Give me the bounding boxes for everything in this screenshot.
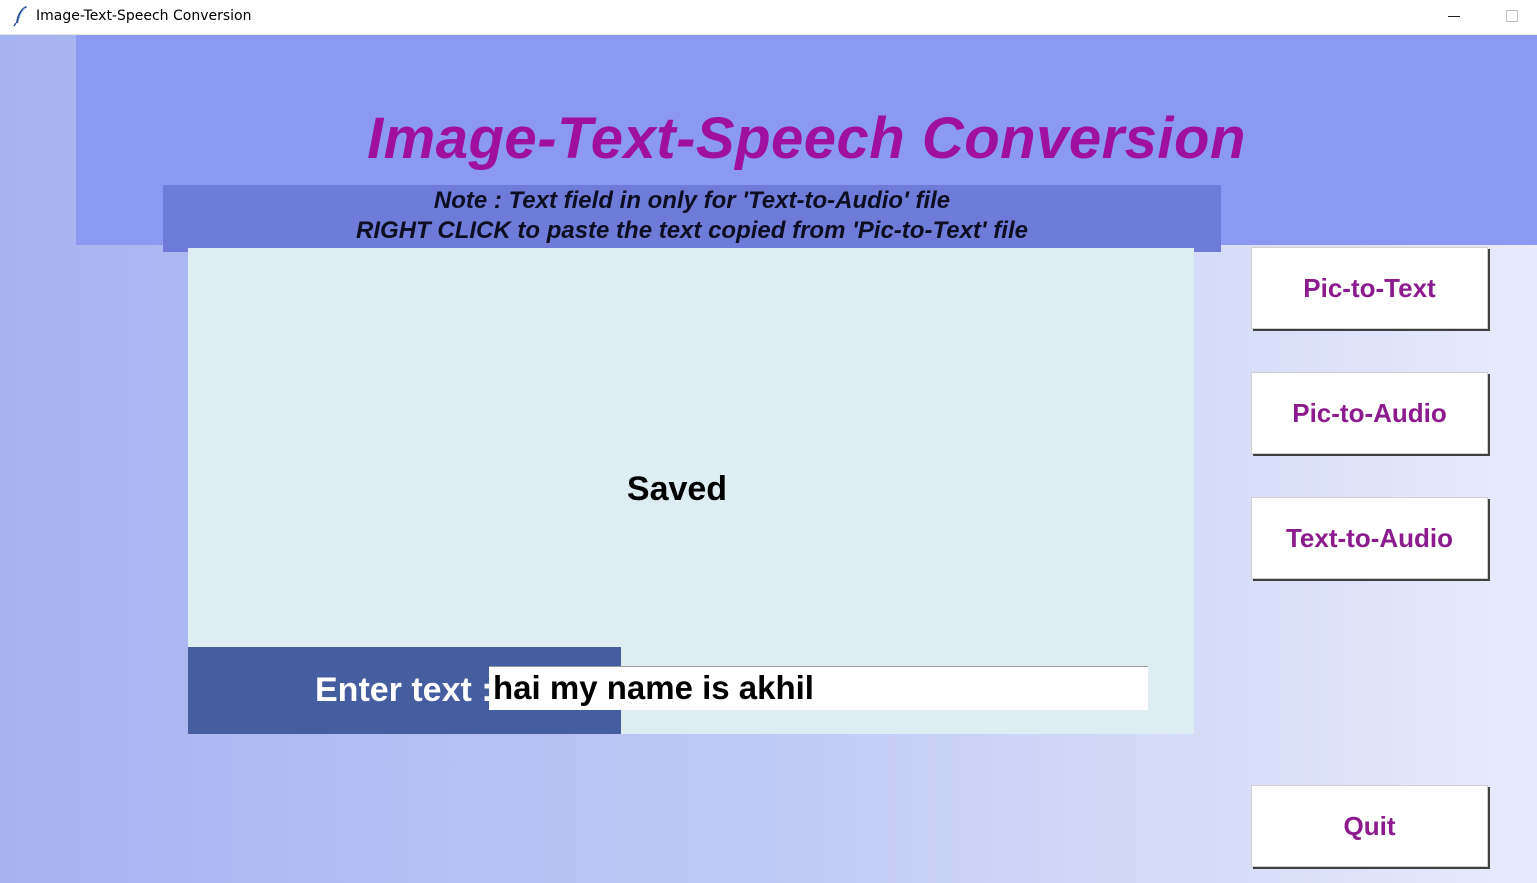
app-title: Image-Text-Speech Conversion [367, 106, 1246, 171]
pic-to-text-button[interactable]: Pic-to-Text [1251, 247, 1488, 329]
note-line-1: Note : Text field in only for 'Text-to-A… [433, 187, 951, 214]
text-to-audio-button[interactable]: Text-to-Audio [1251, 497, 1488, 579]
status-label: Saved [626, 470, 728, 508]
app-window: Image-Text-Speech Conversion Note : Text… [0, 35, 1537, 883]
minimize-button[interactable] [1430, 0, 1476, 34]
text-input[interactable] [489, 666, 1148, 710]
window-titlebar: Image-Text-Speech Conversion [0, 0, 1537, 35]
quit-button[interactable]: Quit [1251, 785, 1488, 867]
note-line-2: RIGHT CLICK to paste the text copied fro… [356, 217, 1028, 244]
feather-icon [13, 6, 27, 27]
pic-to-audio-button[interactable]: Pic-to-Audio [1251, 372, 1488, 454]
main-panel: Saved Enter text : [188, 248, 1194, 734]
note-banner: Note : Text field in only for 'Text-to-A… [163, 185, 1221, 252]
enter-text-label: Enter text : [315, 671, 493, 709]
window-title: Image-Text-Speech Conversion [36, 8, 252, 24]
maximize-button[interactable] [1488, 0, 1534, 34]
